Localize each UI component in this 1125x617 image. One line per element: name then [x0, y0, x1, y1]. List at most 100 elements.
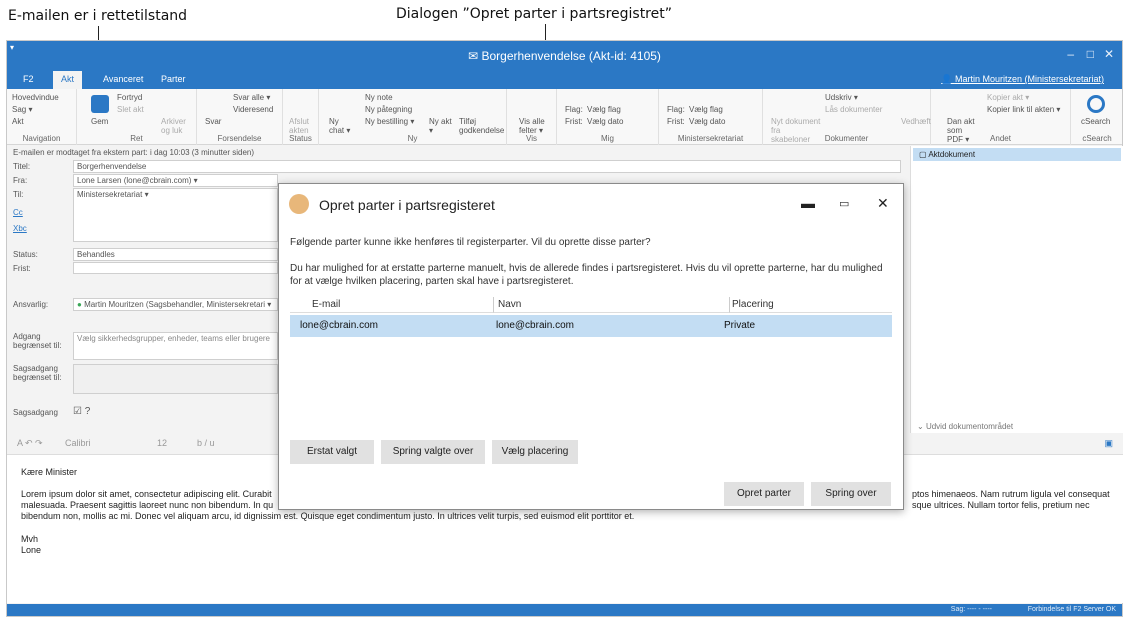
group-dokumenter: Nyt dokument fra skabeloner Udskriv ▾ Lå…: [763, 89, 931, 145]
group-label-csearch: cSearch: [1082, 134, 1112, 143]
row-email: lone@cbrain.com: [300, 320, 378, 331]
laas-dokumenter-button[interactable]: Lås dokumenter: [825, 105, 882, 114]
csearch-button[interactable]: cSearch: [1081, 117, 1110, 126]
ansvarlig-field[interactable]: ● Martin Mouritzen (Sagsbehandler, Minis…: [73, 298, 278, 311]
slet-akt-button[interactable]: Slet akt: [117, 105, 144, 114]
format-icons[interactable]: b / u: [197, 438, 215, 448]
sagsadgang-checkbox[interactable]: ☑ ?: [73, 406, 90, 417]
size-select[interactable]: 12: [157, 438, 167, 448]
minimize-button[interactable]: –: [1067, 47, 1074, 61]
frist-field[interactable]: [73, 262, 278, 274]
mig-flag-select[interactable]: Vælg flag: [587, 105, 621, 114]
close-button[interactable]: ✕: [1104, 47, 1114, 61]
adgang-label: Adgang begrænset til:: [13, 332, 62, 350]
tab-parter[interactable]: Parter: [153, 71, 194, 89]
gem-button[interactable]: Gem: [91, 117, 108, 126]
table-row[interactable]: lone@cbrain.com lone@cbrain.com Private: [290, 315, 892, 337]
adgang-field[interactable]: Vælg sikkerhedsgrupper, enheder, teams e…: [73, 332, 278, 360]
afslut-akten-button[interactable]: Afslut akten: [289, 117, 315, 135]
spring-over-button[interactable]: Spring over: [811, 482, 891, 506]
group-label-ret: Ret: [130, 134, 143, 143]
chevron-down-icon: ⌄: [917, 422, 926, 431]
aktdokument-label: Aktdokument: [928, 150, 976, 159]
sag-button[interactable]: Sag ▾: [12, 105, 32, 114]
current-user[interactable]: 👤 Martin Mouritzen (Ministersekretariat): [941, 74, 1104, 85]
ny-bestilling-button[interactable]: Ny bestilling ▾: [365, 117, 414, 126]
document-icon: ▢: [919, 150, 929, 159]
spring-valgte-over-button[interactable]: Spring valgte over: [381, 440, 485, 464]
udvid-link[interactable]: ⌄ Udvid dokumentområdet: [917, 422, 1013, 431]
aktdokument-item[interactable]: ▢ Aktdokument: [913, 148, 1121, 161]
parter-table: E-mail Navn Placering lone@cbrain.com lo…: [290, 297, 892, 437]
user-name: Martin Mouritzen (Ministersekretariat): [954, 74, 1104, 84]
kopier-link-button[interactable]: Kopier link til akten ▾: [987, 105, 1060, 114]
ny-paategning-button[interactable]: Ny påtegning: [365, 105, 412, 114]
body-line-2: malesuada. Praesent sagittis laoreet nun…: [21, 500, 274, 510]
min-frist-picker[interactable]: Vælg dato: [689, 117, 725, 126]
til-field[interactable]: Ministersekretariat ▾: [73, 188, 278, 242]
arkiver-button[interactable]: Arkiver og luk: [161, 117, 191, 135]
vaelg-placering-button[interactable]: Vælg placering: [492, 440, 578, 464]
udskriv-button[interactable]: Udskriv ▾: [825, 93, 858, 102]
svar-button[interactable]: Svar: [205, 117, 221, 126]
ny-chat-button[interactable]: Ny chat ▾: [329, 117, 353, 135]
dialog-minimize-button[interactable]: ▬: [801, 195, 815, 211]
dialog-message-3: for at vælge hvilken placering, parten s…: [290, 276, 574, 287]
font-select[interactable]: Calibri: [65, 438, 91, 448]
dialog-close-button[interactable]: ✕: [877, 195, 889, 212]
save-icon: [91, 95, 109, 113]
title-bar: ▾ ✉ Borgerhenvendelse (Akt-id: 4105) – □…: [7, 41, 1122, 71]
mig-flag-label: Flag:: [565, 105, 583, 114]
body-line-1-right: ptos himenaeos. Nam rutrum ligula vel co…: [912, 489, 1110, 499]
received-info: E-mailen er modtaget fra ekstern part: i…: [13, 148, 255, 157]
akt-button[interactable]: Akt: [12, 117, 24, 126]
bcc-link[interactable]: Xbc: [13, 224, 27, 233]
kopier-akt-button[interactable]: Kopier akt ▾: [987, 93, 1029, 102]
mig-frist-picker[interactable]: Vælg dato: [587, 117, 623, 126]
vis-alle-felter-button[interactable]: Vis alle felter ▾: [519, 117, 549, 135]
status-label: Status:: [13, 250, 38, 259]
min-flag-select[interactable]: Vælg flag: [689, 105, 723, 114]
person-add-icon: [289, 194, 309, 214]
group-label-dokumenter: Dokumenter: [824, 134, 869, 143]
column-placering[interactable]: Placering: [730, 297, 892, 313]
tab-akt[interactable]: Akt: [53, 71, 83, 89]
erstat-valgt-button[interactable]: Erstat valgt: [290, 440, 374, 464]
column-navn[interactable]: Navn: [494, 297, 730, 313]
sagsadgang-label: Sagsadgang begrænset til:: [13, 364, 62, 382]
column-email[interactable]: E-mail: [290, 297, 494, 313]
titel-field[interactable]: Borgerhenvendelse: [73, 160, 901, 173]
group-label-forsendelse: Forsendelse: [217, 134, 262, 143]
tilfoej-godkendelse-button[interactable]: Tilføj godkendelse: [459, 117, 504, 135]
maximize-button[interactable]: □: [1087, 47, 1094, 61]
body-line-2-right: sque ultrices. Nullam tortor felis, pret…: [912, 500, 1090, 510]
body-line-3: bibendum non, mollis ac mi. Donec vel al…: [21, 511, 635, 521]
cc-link[interactable]: Cc: [13, 208, 23, 217]
group-label-navigation: Navigation: [22, 134, 61, 143]
tab-f2[interactable]: F2: [15, 71, 42, 89]
row-navn: lone@cbrain.com: [496, 320, 574, 331]
dialog-maximize-button[interactable]: ▭: [839, 197, 849, 210]
window-title: ✉ Borgerhenvendelse (Akt-id: 4105): [7, 49, 1122, 63]
sagsadgang-field: [73, 364, 278, 394]
fortryd-button[interactable]: Fortryd: [117, 93, 142, 102]
group-ny: Ny chat ▾ Ny note Ny påtegning Ny bestil…: [319, 89, 507, 145]
status-dot-icon: ●: [77, 300, 85, 309]
ny-note-button[interactable]: Ny note: [365, 93, 393, 102]
opret-parter-dialog: Opret parter i partsregisteret ▬ ▭ ✕ Føl…: [278, 183, 904, 510]
group-label-mig: Mig: [601, 134, 614, 143]
vedhaeft-button[interactable]: Vedhæft: [901, 117, 931, 126]
svar-alle-button[interactable]: Svar alle ▾: [233, 93, 270, 102]
csearch-icon: [1087, 95, 1105, 113]
ny-akt-button[interactable]: Ny akt ▾: [429, 117, 455, 135]
min-frist-label: Frist:: [667, 117, 685, 126]
editor-tool-icons[interactable]: A ↶ ↷: [17, 438, 43, 449]
status-field[interactable]: Behandles: [73, 248, 278, 261]
opret-parter-button[interactable]: Opret parter: [724, 482, 804, 506]
ribbon: Hovedvindue Sag ▾ Akt Navigation Gem For…: [7, 89, 1122, 145]
hovedvindue-button[interactable]: Hovedvindue: [12, 93, 59, 102]
videresend-button[interactable]: Videresend: [233, 105, 273, 114]
fra-field[interactable]: Lone Larsen (lone@cbrain.com) ▾: [73, 174, 278, 187]
expand-editor-icon[interactable]: ▣: [1104, 438, 1113, 449]
tab-avanceret[interactable]: Avanceret: [95, 71, 151, 89]
